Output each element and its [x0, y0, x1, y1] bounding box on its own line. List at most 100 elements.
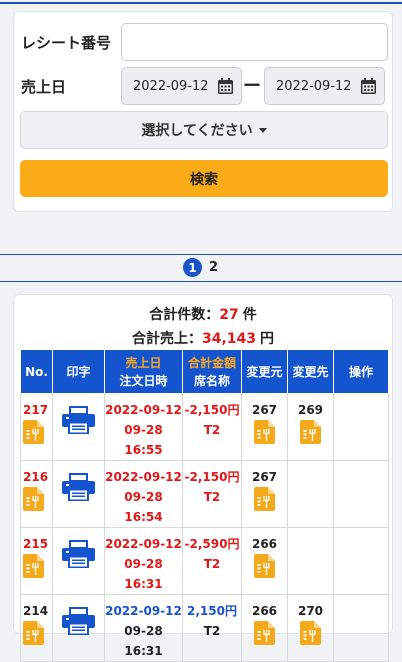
- receipt-icon[interactable]: [300, 420, 321, 444]
- calendar-icon: [361, 78, 376, 94]
- cell-amount: 2,150円 T2: [182, 594, 242, 662]
- order-datetime: 09-28 16:54: [124, 490, 163, 524]
- cell-print: [52, 460, 105, 528]
- cell-no: 216: [20, 460, 53, 528]
- cell-change-from: 266: [241, 527, 288, 595]
- receipt-icon[interactable]: [23, 554, 44, 578]
- total-count-unit: 件: [242, 307, 257, 323]
- change-to-value: 269: [297, 403, 324, 417]
- cell-action: [333, 594, 389, 662]
- total-sales-line: 合計売上：34,143 円: [14, 328, 392, 348]
- cell-dates: 2022-09-12 09-28 16:31: [104, 594, 183, 662]
- total-amount: 2,150円: [187, 604, 237, 618]
- cell-change-from: 266: [241, 594, 288, 662]
- sales-date: 2022-09-12: [105, 403, 182, 417]
- results-panel: 合計件数：27 件 合計売上：34,143 円 No. 印字 売上日 注文日時 合計…: [13, 294, 393, 662]
- printer-icon[interactable]: [62, 406, 95, 434]
- table-row[interactable]: 217 2022-09-12 09-28 16:55 -2,150円 T2 267 269: [20, 393, 389, 461]
- col-header-dates[interactable]: 売上日 注文日時: [104, 349, 183, 394]
- table-header-row: No. 印字 売上日 注文日時 合計金額 席名称 変更元 変更先 操作: [20, 349, 389, 394]
- cell-no: 217: [20, 393, 53, 461]
- col-header-amount[interactable]: 合計金額 席名称: [182, 349, 242, 394]
- receipt-number-input[interactable]: [121, 23, 388, 61]
- cell-dates: 2022-09-12 09-28 16:55: [104, 393, 183, 461]
- date-from-value: 2022-09-12: [133, 78, 209, 94]
- receipt-icon[interactable]: [300, 621, 321, 645]
- sales-date: 2022-09-12: [105, 537, 182, 551]
- receipt-icon[interactable]: [23, 621, 44, 645]
- cell-change-from: 267: [241, 393, 288, 461]
- cell-print: [52, 527, 105, 595]
- cell-action: [333, 460, 389, 528]
- order-datetime: 09-28 16:31: [124, 557, 163, 591]
- cell-amount: -2,150円 T2: [182, 460, 242, 528]
- order-datetime: 09-28 16:31: [124, 624, 163, 658]
- sales-date: 2022-09-12: [105, 604, 182, 618]
- table-row[interactable]: 216 2022-09-12 09-28 16:54 -2,150円 T2 267: [20, 460, 389, 528]
- total-sales-unit: 円: [260, 331, 275, 347]
- total-sales-value: 34,143: [201, 331, 257, 347]
- seat-name: T2: [203, 423, 221, 437]
- cell-print: [52, 594, 105, 662]
- change-from-value: 267: [251, 470, 278, 484]
- cell-amount: -2,590円 T2: [182, 527, 242, 595]
- cell-change-to: 269: [287, 393, 334, 461]
- receipt-icon[interactable]: [254, 554, 275, 578]
- page-1-button[interactable]: 1: [183, 258, 202, 277]
- row-number: 216: [23, 470, 49, 484]
- cell-action: [333, 527, 389, 595]
- pagination-bottom-divider: [0, 281, 402, 282]
- total-sales-label: 合計売上：: [131, 331, 202, 347]
- cell-no: 215: [20, 527, 53, 595]
- total-amount: -2,590円: [184, 537, 240, 551]
- printer-icon[interactable]: [62, 607, 95, 635]
- table-row[interactable]: 215 2022-09-12 09-28 16:31 -2,590円 T2 266: [20, 527, 389, 595]
- col-header-sales-date: 売上日: [125, 355, 162, 370]
- seat-name: T2: [203, 624, 221, 638]
- total-count-value: 27: [219, 307, 239, 323]
- search-form: レシート番号 売上日 2022-09-12 ー 2022-09-12 選択してく…: [13, 11, 393, 212]
- printer-icon[interactable]: [62, 540, 95, 568]
- date-separator: ー: [243, 76, 261, 97]
- chevron-down-icon: [258, 127, 267, 133]
- table-row[interactable]: 214 2022-09-12 09-28 16:31 2,150円 T2 266 270: [20, 594, 389, 662]
- printer-icon[interactable]: [62, 473, 95, 501]
- pagination: 1 2: [183, 258, 218, 277]
- category-select[interactable]: 選択してください: [20, 111, 388, 149]
- row-number: 214: [23, 604, 49, 618]
- sales-date: 2022-09-12: [105, 470, 182, 484]
- receipt-icon[interactable]: [23, 420, 44, 444]
- row-number: 215: [23, 537, 49, 551]
- pagination-top-divider: [0, 254, 402, 255]
- total-amount: -2,150円: [184, 470, 240, 484]
- change-to-value: 270: [297, 604, 324, 618]
- cell-dates: 2022-09-12 09-28 16:31: [104, 527, 183, 595]
- date-to-value: 2022-09-12: [276, 78, 352, 94]
- page-2-button[interactable]: 2: [209, 260, 218, 275]
- receipt-icon[interactable]: [254, 621, 275, 645]
- top-divider: [0, 2, 402, 4]
- search-button[interactable]: 検索: [20, 160, 388, 197]
- col-header-order-datetime: 注文日時: [119, 373, 168, 388]
- col-header-no[interactable]: No.: [20, 349, 53, 394]
- change-from-value: 266: [251, 604, 278, 618]
- seat-name: T2: [203, 490, 221, 504]
- cell-change-to: [287, 460, 334, 528]
- date-to-field[interactable]: 2022-09-12: [264, 67, 385, 105]
- date-from-field[interactable]: 2022-09-12: [121, 67, 242, 105]
- change-from-value: 266: [251, 537, 278, 551]
- cell-print: [52, 393, 105, 461]
- total-count-line: 合計件数：27 件: [14, 304, 392, 324]
- order-datetime: 09-28 16:55: [124, 423, 163, 457]
- receipt-icon[interactable]: [23, 487, 44, 511]
- cell-action: [333, 393, 389, 461]
- cell-change-to: 270: [287, 594, 334, 662]
- receipt-icon[interactable]: [254, 420, 275, 444]
- receipt-table: No. 印字 売上日 注文日時 合計金額 席名称 変更元 変更先 操作 217 2…: [20, 349, 389, 662]
- col-header-print: 印字: [52, 349, 105, 394]
- cell-change-to: [287, 527, 334, 595]
- total-count-label: 合計件数：: [149, 307, 220, 323]
- col-header-change-from: 変更元: [241, 349, 288, 394]
- col-header-action: 操作: [333, 349, 389, 394]
- receipt-icon[interactable]: [254, 487, 275, 511]
